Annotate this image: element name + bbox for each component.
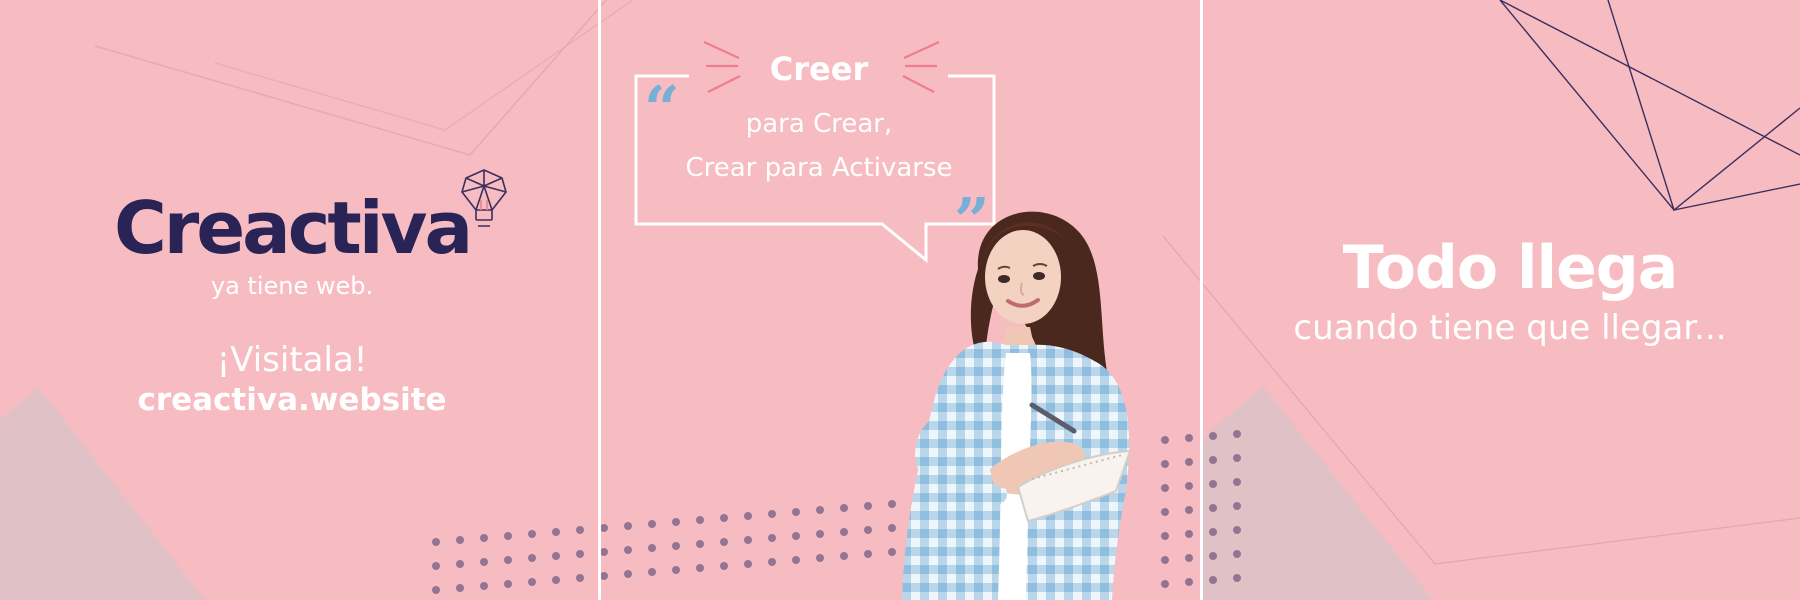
website-link[interactable]: creactiva.website xyxy=(112,380,472,420)
visit-block: ¡Visitala! creactiva.website xyxy=(112,340,472,420)
quote-line-1: para Crear, xyxy=(745,109,893,139)
tagline-subtitle: cuando tiene que llegar... xyxy=(1293,308,1727,348)
brand-tagline: ya tiene web. xyxy=(210,272,374,300)
banner: Creactiva ya tiene web. ¡Visitala! creac… xyxy=(0,0,1800,600)
brand-name: Creactiva xyxy=(113,186,473,270)
quote-line-2: Crear para Activarse xyxy=(685,153,953,183)
visit-label: ¡Visitala! xyxy=(216,340,368,380)
right-divider xyxy=(1200,0,1203,600)
brand-block: Creactiva ya tiene web. xyxy=(112,186,473,300)
person-writing-illustration xyxy=(902,211,1132,600)
tagline-title: Todo llega xyxy=(1342,233,1679,303)
lightbulb-icon xyxy=(461,169,507,227)
tagline-block: Todo llega cuando tiene que llegar... xyxy=(1270,233,1750,349)
left-divider xyxy=(598,0,601,600)
open-quote-icon: “ xyxy=(644,72,680,145)
quote-title: Creer xyxy=(769,50,869,88)
